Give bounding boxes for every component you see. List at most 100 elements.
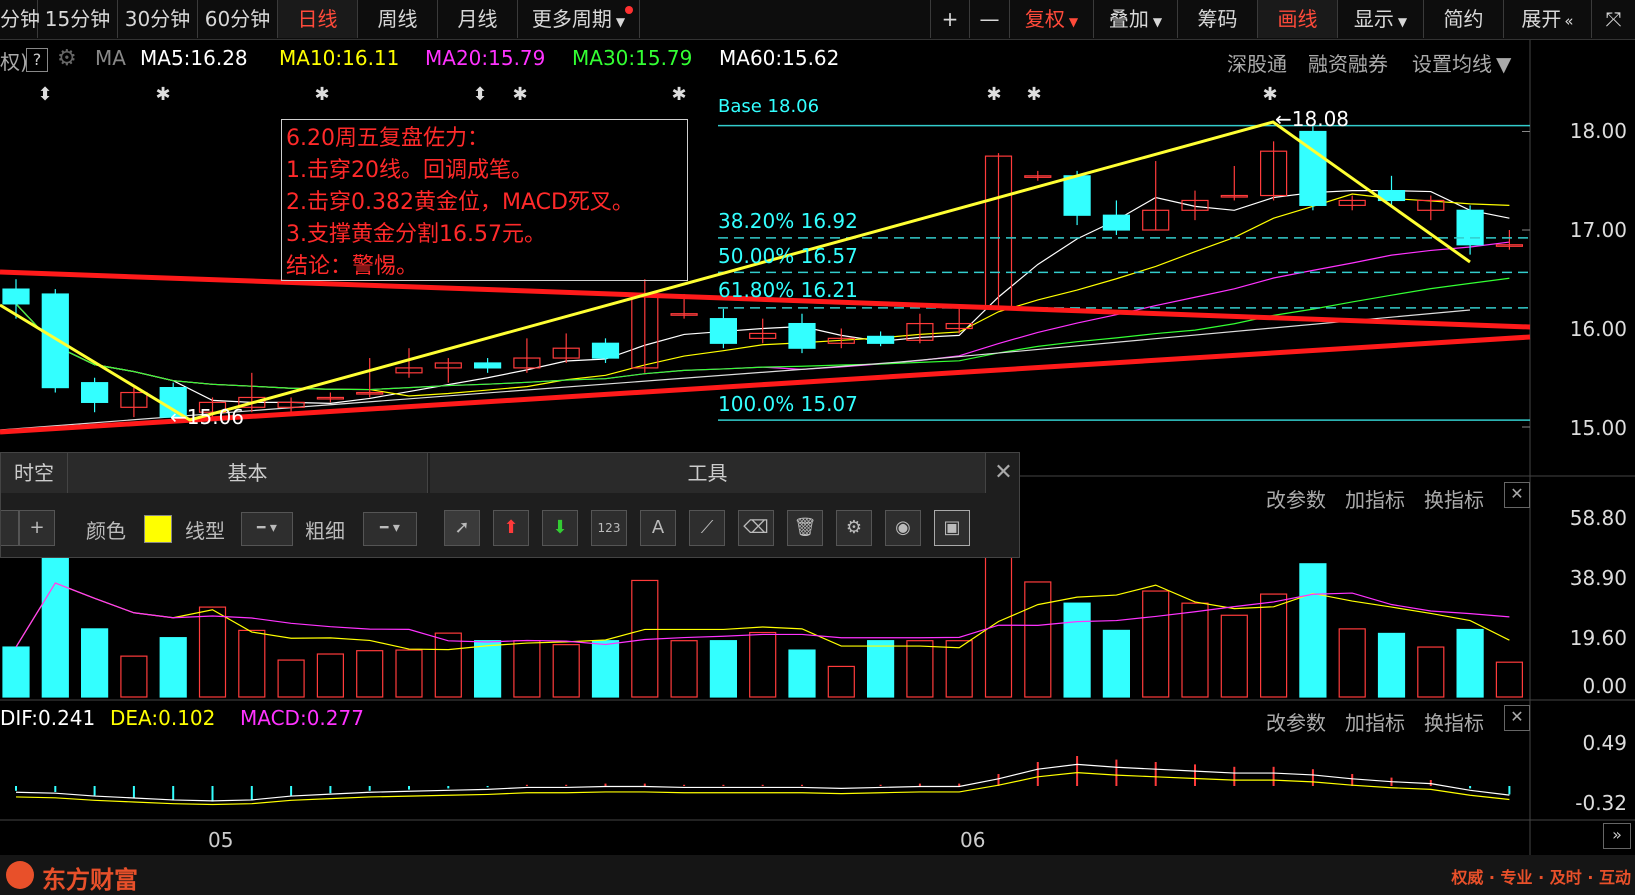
number-icon[interactable]: 123 — [591, 510, 627, 546]
down-arrow-icon[interactable]: ⬇ — [542, 510, 578, 546]
volume-bar — [1063, 602, 1091, 698]
footer-bar: 东方财富 权威 · 专业 · 及时 · 互动 — [0, 855, 1635, 895]
volume-ma5-line — [15, 582, 1510, 651]
volume-bar — [906, 640, 934, 698]
dea-value: DEA:0.102 — [110, 706, 216, 730]
volume-bar — [1024, 581, 1052, 698]
volume-bar — [120, 655, 148, 698]
dif-line — [15, 763, 1510, 802]
wave-stroke-line — [0, 120, 1471, 422]
low-price-mark: ←15.06 — [170, 405, 245, 429]
volume-bar — [513, 640, 541, 698]
volume-bar — [866, 640, 895, 698]
candle-body — [2, 288, 30, 305]
candle-body — [41, 293, 69, 389]
volume-bar — [1338, 628, 1366, 698]
brand-slogan: 权威 · 专业 · 及时 · 互动 — [1451, 868, 1631, 887]
signal-star-icon: ⬍ — [472, 84, 487, 105]
low-price-value: 15.06 — [186, 405, 245, 429]
volume-bar — [945, 640, 973, 698]
eraser-icon[interactable]: ⌫ — [738, 510, 774, 546]
tab-basic[interactable]: 基本 — [68, 453, 428, 493]
annotation-line: 结论：警惕。 — [286, 254, 419, 279]
gear-icon[interactable]: ⚙ — [836, 510, 872, 546]
pointer-icon[interactable]: ➚ — [444, 510, 480, 546]
macd-switch-indicator-button[interactable]: 换指标 — [1424, 707, 1484, 736]
volume-bar — [356, 650, 384, 698]
scroll-right-icon[interactable]: » — [1603, 823, 1631, 849]
price-tick: 17.00 — [1569, 218, 1627, 242]
annotation-line: 2.击穿0.382黄金位，MACD死叉。 — [286, 190, 634, 215]
up-arrow-icon[interactable]: ⬆ — [493, 510, 529, 546]
fib-label-100: 100.0% 15.07 — [718, 392, 858, 416]
tab-timespace[interactable]: 时空 — [1, 453, 68, 493]
color-label: 颜色 — [86, 519, 126, 543]
volume-bar — [788, 649, 816, 698]
signal-star-icon: ⬍ — [37, 84, 52, 105]
candle-body — [1456, 209, 1484, 246]
candle-body — [709, 318, 738, 344]
annotation-line: 6.20周五复盘佐力： — [286, 126, 489, 151]
candle-body — [80, 382, 109, 403]
trash-icon[interactable]: 🗑 — [787, 510, 823, 546]
volume-bar — [827, 665, 855, 698]
line-type-select[interactable]: ━ ▾ — [241, 512, 293, 546]
add-icon[interactable]: + — [19, 510, 55, 546]
volume-bar — [1456, 628, 1484, 698]
color-swatch[interactable] — [144, 515, 172, 543]
vol-add-indicator-button[interactable]: 加指标 — [1345, 484, 1405, 513]
candle-body — [1063, 175, 1091, 216]
signal-star-icon: ✱ — [986, 84, 1001, 105]
volume-bar — [709, 640, 738, 698]
vol-change-params-button[interactable]: 改参数 — [1266, 484, 1326, 513]
thickness-select[interactable]: ━ ▾ — [363, 512, 417, 546]
volume-tick: 19.60 — [1569, 626, 1627, 650]
volume-bar — [277, 659, 305, 698]
volume-bar — [1495, 661, 1524, 698]
eye-icon[interactable]: ◉ — [885, 510, 921, 546]
drawing-tool-panel: 时空 基本 工具 ✕ + 颜色 线型 ━ ▾ 粗细 ━ ▾ ➚ ⬆ ⬇ 123 … — [0, 452, 1020, 558]
volume-bar — [1299, 563, 1327, 698]
tool-partial-button[interactable] — [1, 510, 19, 546]
price-tick: 18.00 — [1569, 119, 1627, 143]
volume-bar — [80, 628, 109, 698]
volume-bar — [749, 631, 777, 698]
date-tick: 06 — [960, 828, 986, 852]
price-tick: 15.00 — [1569, 416, 1627, 440]
fib-label-382: 38.20% 16.92 — [718, 209, 858, 233]
signal-star-icon: ✱ — [155, 84, 170, 105]
volume-bar — [1142, 590, 1170, 698]
candle-body — [788, 322, 816, 349]
signal-star-icon: ✱ — [1026, 84, 1041, 105]
macd-value: MACD:0.277 — [240, 706, 364, 730]
text-icon[interactable]: A — [640, 510, 676, 546]
volume-bar — [474, 640, 502, 698]
volume-bar — [434, 632, 462, 698]
tab-tools[interactable]: 工具 — [430, 453, 986, 493]
signal-star-icon: ✱ — [314, 84, 329, 105]
vol-switch-indicator-button[interactable]: 换指标 — [1424, 484, 1484, 513]
dif-value: DIF:0.241 — [0, 706, 96, 730]
candle-body — [474, 362, 502, 369]
macd-tick: -0.32 — [1575, 791, 1627, 815]
close-icon[interactable]: ✕ — [1504, 482, 1530, 508]
macd-add-indicator-button[interactable]: 加指标 — [1345, 707, 1405, 736]
candle-body — [591, 342, 620, 359]
signal-star-icon: ✱ — [671, 84, 686, 105]
ruler-icon[interactable]: ⟋ — [689, 510, 725, 546]
brand-logo-icon — [6, 861, 34, 889]
candle-body — [866, 335, 895, 344]
annotation-line: 1.击穿20线。回调成笔。 — [286, 158, 533, 183]
macd-change-params-button[interactable]: 改参数 — [1266, 707, 1326, 736]
annotation-box[interactable]: 6.20周五复盘佐力： 1.击穿20线。回调成笔。 2.击穿0.382黄金位，M… — [281, 119, 688, 281]
close-icon[interactable]: ✕ — [988, 453, 1019, 493]
line-type-label: 线型 — [185, 519, 225, 543]
volume-bar — [552, 644, 580, 698]
volume-bar — [1102, 629, 1131, 698]
high-price-value: 18.08 — [1291, 107, 1350, 131]
snapshot-icon[interactable]: ▣ — [934, 510, 970, 546]
volume-bar — [670, 640, 698, 698]
volume-tick: 58.80 — [1569, 506, 1627, 530]
annotation-line: 3.支撑黄金分割16.57元。 — [286, 222, 546, 247]
close-icon[interactable]: ✕ — [1504, 705, 1530, 731]
